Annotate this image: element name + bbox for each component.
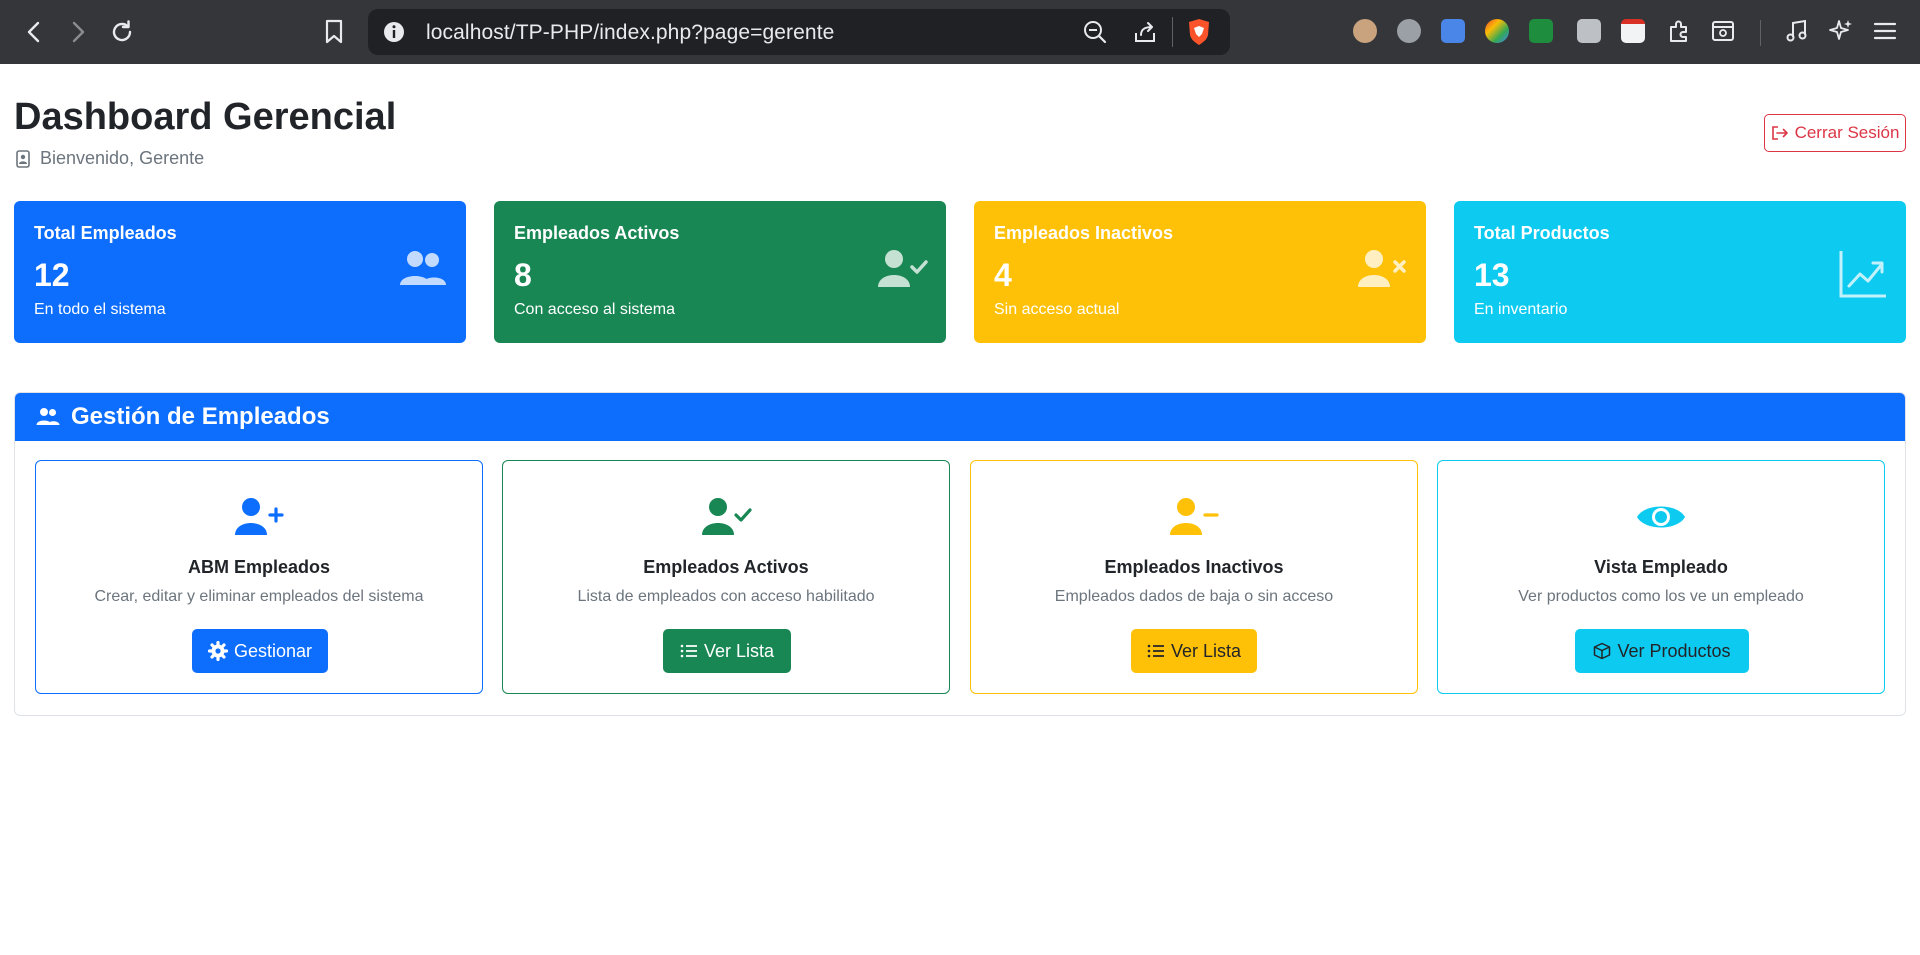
stat-card-active-employees: Empleados Activos 8 Con acceso al sistem… <box>494 201 946 343</box>
user-plus-icon <box>36 497 482 537</box>
stat-value: 13 <box>1474 257 1510 293</box>
stat-desc: Con acceso al sistema <box>514 301 675 318</box>
card-desc: Empleados dados de baja o sin acceso <box>1054 588 1334 605</box>
site-info-icon[interactable] <box>382 20 406 49</box>
stat-card-total-products: Total Productos 13 En inventario <box>1454 201 1906 343</box>
users-icon <box>398 249 448 294</box>
share-icon[interactable] <box>1132 19 1158 50</box>
management-header: Gestión de Empleados <box>15 393 1905 441</box>
extension-window-icon[interactable] <box>1618 16 1648 46</box>
stat-desc: Sin acceso actual <box>994 301 1120 318</box>
chevron-left-icon <box>27 21 40 43</box>
reload-button[interactable] <box>104 14 140 50</box>
badge-icon <box>16 149 30 168</box>
manage-button[interactable]: Gestionar <box>192 629 328 673</box>
box-icon <box>1594 642 1611 660</box>
card-inactive-employees: Empleados Inactivos Empleados dados de b… <box>970 460 1418 694</box>
stat-desc: En todo el sistema <box>34 301 166 318</box>
extension-search-icon[interactable] <box>1574 16 1604 46</box>
management-title: Gestión de Empleados <box>71 403 330 430</box>
extensions-puzzle-icon[interactable] <box>1664 16 1694 46</box>
stat-card-inactive-employees: Empleados Inactivos 4 Sin acceso actual <box>974 201 1426 343</box>
reload-icon <box>112 20 132 42</box>
extension-eyes-icon[interactable] <box>1350 16 1380 46</box>
extension-translate-icon[interactable] <box>1438 16 1468 46</box>
stat-value: 12 <box>34 257 70 293</box>
stat-desc: En inventario <box>1474 301 1568 318</box>
page-content: Dashboard Gerencial Bienvenido, Gerente … <box>0 64 1920 955</box>
card-abm-employees: ABM Empleados Crear, editar y eliminar e… <box>35 460 483 694</box>
stat-label: Empleados Activos <box>514 223 680 243</box>
view-list-label: Ver Lista <box>1170 640 1242 661</box>
list-icon <box>680 644 697 658</box>
manage-button-label: Gestionar <box>233 640 313 661</box>
user-check-icon <box>876 249 928 294</box>
user-minus-icon <box>971 497 1417 537</box>
card-desc: Lista de empleados con acceso habilitado <box>577 588 875 605</box>
welcome-line: Bienvenido, Gerente <box>16 148 204 169</box>
logout-label: Cerrar Sesión <box>1794 123 1900 142</box>
gear-icon <box>207 641 228 661</box>
chart-line-icon <box>1838 249 1888 304</box>
reader-icon[interactable] <box>1708 16 1738 46</box>
leo-ai-icon[interactable] <box>1826 16 1856 46</box>
card-title: Empleados Activos <box>643 557 809 577</box>
chevron-right-icon <box>72 21 85 43</box>
extension-green-icon[interactable] <box>1526 16 1556 46</box>
card-title: Vista Empleado <box>1594 557 1728 577</box>
card-active-employees: Empleados Activos Lista de empleados con… <box>502 460 950 694</box>
browser-toolbar: localhost/TP-PHP/index.php?page=gerente <box>0 0 1920 64</box>
view-inactive-list-button[interactable]: Ver Lista <box>1131 629 1257 673</box>
bookmark-icon <box>325 19 343 44</box>
menu-hamburger-icon[interactable] <box>1870 16 1900 46</box>
stat-label: Empleados Inactivos <box>994 223 1174 243</box>
view-list-label: Ver Lista <box>703 640 775 661</box>
stat-label: Total Productos <box>1474 223 1610 243</box>
brave-shield-icon[interactable] <box>1186 18 1212 51</box>
back-button[interactable] <box>16 14 52 50</box>
user-x-icon <box>1356 249 1408 294</box>
eye-icon <box>1438 497 1884 537</box>
forward-button[interactable] <box>60 14 96 50</box>
bookmark-button[interactable] <box>316 14 352 50</box>
stat-card-total-employees: Total Empleados 12 En todo el sistema <box>14 201 466 343</box>
extension-avatar-icon[interactable] <box>1394 16 1424 46</box>
extension-color-icon[interactable] <box>1482 16 1512 46</box>
zoom-icon[interactable] <box>1082 19 1108 50</box>
list-icon <box>1147 644 1164 658</box>
url-text[interactable]: localhost/TP-PHP/index.php?page=gerente <box>426 21 834 45</box>
sign-out-icon <box>1771 126 1788 140</box>
card-desc: Crear, editar y eliminar empleados del s… <box>94 588 424 605</box>
view-active-list-button[interactable]: Ver Lista <box>663 629 791 673</box>
view-products-button[interactable]: Ver Productos <box>1575 629 1749 673</box>
welcome-text: Bienvenido, Gerente <box>40 148 205 168</box>
card-title: Empleados Inactivos <box>1104 557 1284 577</box>
card-employee-view: Vista Empleado Ver productos como los ve… <box>1437 460 1885 694</box>
page-title: Dashboard Gerencial <box>14 96 397 138</box>
stat-label: Total Empleados <box>34 223 177 243</box>
user-check-icon <box>503 497 949 537</box>
view-products-label: Ver Productos <box>1617 640 1731 661</box>
card-desc: Ver productos como los ve un empleado <box>1518 588 1804 605</box>
media-music-icon[interactable] <box>1782 16 1812 46</box>
logout-button[interactable]: Cerrar Sesión <box>1764 114 1906 152</box>
stat-value: 8 <box>514 257 532 293</box>
users-icon <box>36 408 60 425</box>
stat-value: 4 <box>994 257 1012 293</box>
card-title: ABM Empleados <box>187 557 331 577</box>
address-bar[interactable]: localhost/TP-PHP/index.php?page=gerente <box>368 9 1230 55</box>
